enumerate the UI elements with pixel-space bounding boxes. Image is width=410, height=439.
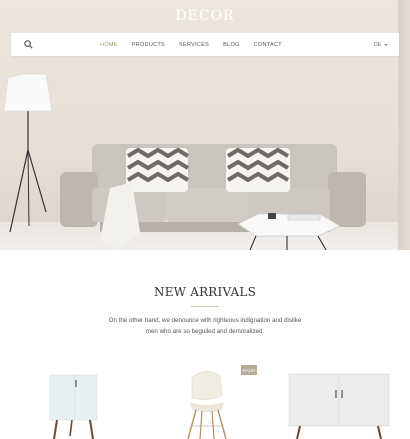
product-sideboard[interactable] xyxy=(285,360,395,439)
site-logo[interactable]: DECOR xyxy=(0,8,410,24)
nav-item-blog[interactable]: BLOG xyxy=(223,42,239,48)
title-divider xyxy=(191,306,219,307)
nav-item-contact[interactable]: CONTACT xyxy=(254,42,282,48)
sale-badge: SALE! xyxy=(241,365,257,375)
chevron-down-icon xyxy=(384,43,388,46)
nav-item-home[interactable]: HOME xyxy=(100,42,118,48)
language-selector[interactable]: DE xyxy=(374,33,388,56)
product-eames-chair[interactable] xyxy=(170,360,240,439)
hero-banner: DECOR HOME PRODUCTS SERVICES BLOG CONTAC… xyxy=(0,0,410,250)
language-label: DE xyxy=(374,41,381,48)
section-title: NEW ARRIVALS xyxy=(154,285,256,299)
coffee-table-icon xyxy=(237,213,341,250)
nav-item-products[interactable]: PRODUCTS xyxy=(132,42,165,48)
floor-lamp-icon xyxy=(3,73,53,233)
main-navbar: HOME PRODUCTS SERVICES BLOG CONTACT DE xyxy=(11,33,399,56)
nav-menu: HOME PRODUCTS SERVICES BLOG CONTACT xyxy=(0,33,385,56)
section-description: On the other hand, we denounce with righ… xyxy=(108,317,302,335)
nav-item-services[interactable]: SERVICES xyxy=(179,42,209,48)
product-nightstand[interactable] xyxy=(40,360,110,439)
